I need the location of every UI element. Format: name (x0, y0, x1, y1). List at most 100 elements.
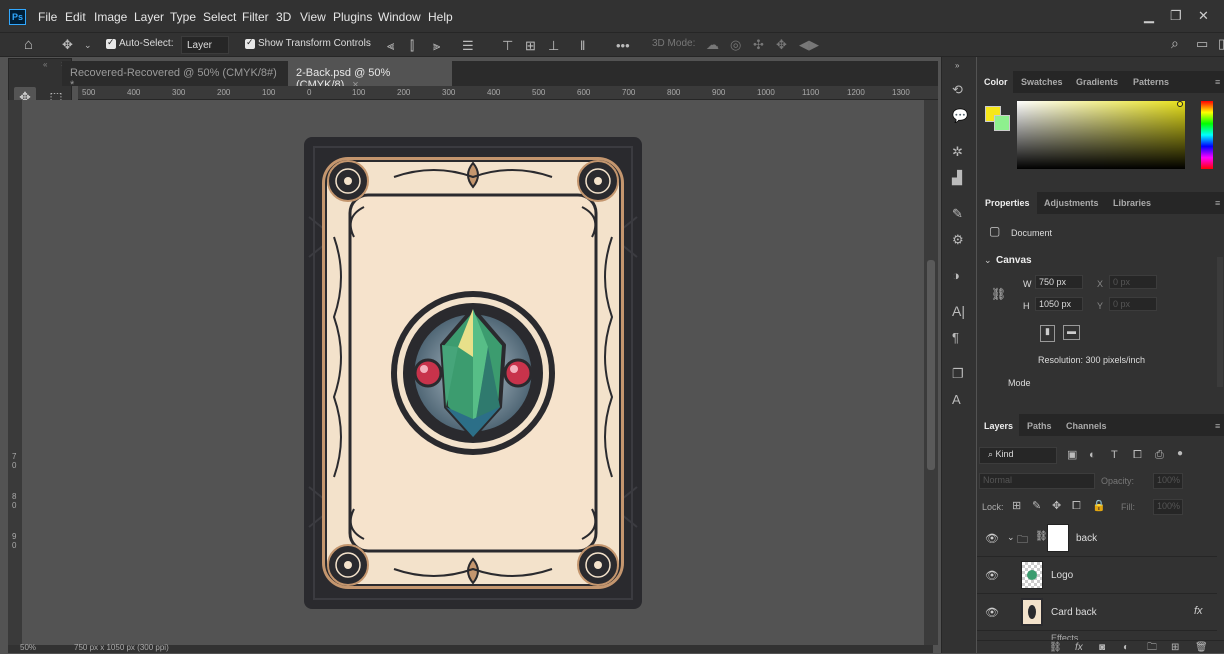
layer-filter-kind[interactable]: ⌕ Kind (979, 447, 1057, 464)
properties-scrollbar[interactable] (1217, 257, 1223, 387)
color-picker-cursor[interactable] (1177, 101, 1183, 107)
auto-select-checkbox[interactable] (106, 37, 116, 49)
minimize-icon[interactable]: ▁ (1144, 8, 1154, 24)
more-options-icon[interactable]: ••• (616, 39, 630, 52)
3d-slide-icon[interactable]: ✥ (776, 38, 787, 51)
layer-name[interactable]: Card back (1051, 607, 1097, 618)
align-center-icon[interactable]: ⫿ (410, 39, 414, 52)
layer-name[interactable]: Logo (1051, 570, 1073, 581)
align-left-icon[interactable]: ⫷ (387, 39, 394, 52)
adjustment-layer-icon[interactable]: ◐ (1123, 641, 1129, 654)
menu-layer[interactable]: Layer (134, 10, 164, 24)
filter-type-icon[interactable]: T (1111, 449, 1118, 462)
layer-row-card-back[interactable]: 👁 Card back fx (977, 594, 1217, 631)
align-middle-icon[interactable]: ⊞ (525, 39, 536, 52)
3d-roll-icon[interactable]: ◎ (730, 38, 741, 51)
3d-pan-icon[interactable]: ✣ (753, 38, 764, 51)
layer-name[interactable]: back (1076, 533, 1097, 544)
menu-3d[interactable]: 3D (276, 10, 291, 24)
tab-patterns[interactable]: Patterns (1133, 77, 1169, 87)
menu-file[interactable]: File (38, 10, 57, 24)
color-picker-field[interactable] (1017, 101, 1185, 169)
add-style-icon[interactable]: fx (1075, 641, 1083, 654)
align-bottom-icon[interactable]: ⊥ (548, 39, 559, 52)
close-icon[interactable]: ✕ (1198, 8, 1209, 24)
filter-smart-icon[interactable]: ⎙ (1155, 449, 1164, 462)
tab-adjustments[interactable]: Adjustments (1044, 198, 1099, 208)
visibility-eye-icon[interactable]: 👁 (985, 569, 999, 582)
tab-color[interactable]: Color (984, 77, 1008, 87)
menu-type[interactable]: Type (170, 10, 196, 24)
filter-shape-icon[interactable]: ⧠ (1133, 449, 1142, 462)
filter-adjustment-icon[interactable]: ◐ (1089, 449, 1096, 462)
distribute-icon[interactable]: ☰ (462, 39, 474, 52)
blend-mode-dropdown[interactable]: Normal (979, 473, 1095, 489)
scroll-thumb[interactable] (927, 260, 935, 470)
tab-properties[interactable]: Properties (985, 198, 1030, 208)
visibility-eye-icon[interactable]: 👁 (985, 606, 999, 619)
lock-artboard-icon[interactable]: ⧠ (1072, 500, 1081, 513)
new-layer-icon[interactable]: ⊞ (1171, 641, 1179, 654)
layer-row-logo[interactable]: 👁 Logo (977, 557, 1217, 594)
tab-gradients[interactable]: Gradients (1076, 77, 1118, 87)
tab-channels[interactable]: Channels (1066, 421, 1107, 431)
new-group-icon[interactable]: 🗀 (1147, 641, 1157, 654)
canvas-collapse-icon[interactable]: ⌄ (984, 255, 992, 266)
distribute-vertical-icon[interactable]: ‖ (580, 39, 585, 52)
portrait-orientation-icon[interactable]: ▮ (1040, 325, 1055, 342)
workspace-icon[interactable]: ▭ (1196, 37, 1208, 50)
layer-effects-badge[interactable]: fx (1194, 605, 1203, 617)
align-top-icon[interactable]: ⊤ (502, 39, 513, 52)
filter-toggle-icon[interactable]: ● (1177, 447, 1183, 460)
filter-pixel-icon[interactable]: ▣ (1067, 449, 1077, 462)
chevron-down-icon[interactable]: ⌄ (84, 39, 92, 52)
panel-menu-icon[interactable]: ≡ (1215, 77, 1220, 87)
move-tool-icon[interactable]: ✥ (62, 38, 73, 51)
align-right-icon[interactable]: ⫸ (433, 39, 440, 52)
menu-edit[interactable]: Edit (65, 10, 86, 24)
menu-view[interactable]: View (300, 10, 326, 24)
comments-icon[interactable]: 💬 (952, 109, 968, 122)
auto-select-dropdown[interactable]: Layer (181, 36, 229, 54)
width-field[interactable]: 750 px (1035, 275, 1083, 289)
tab-swatches[interactable]: Swatches (1021, 77, 1063, 87)
3d-scale-icon[interactable]: ◀▶ (799, 38, 819, 51)
menu-help[interactable]: Help (428, 10, 453, 24)
tab-layers[interactable]: Layers (984, 421, 1013, 431)
expand-arrows-icon[interactable]: » (955, 59, 959, 72)
tab-recovered[interactable]: Recovered-Recovered @ 50% (CMYK/8#) * (62, 61, 286, 91)
3d-orbit-icon[interactable]: ☁ (706, 38, 719, 51)
share-icon[interactable]: ▯ (1218, 37, 1224, 50)
layer-row-back[interactable]: 👁 ⌄ 🗀 ⛓ back (977, 520, 1217, 557)
brushes-icon[interactable]: ✎ (952, 207, 963, 220)
lock-position-icon[interactable]: ✥ (1052, 500, 1061, 513)
canvas-area[interactable] (22, 100, 922, 645)
home-icon[interactable]: ⌂ (24, 37, 33, 52)
delete-layer-icon[interactable]: 🗑 (1195, 641, 1208, 654)
adjust-icon[interactable]: ⚙ (952, 233, 964, 246)
link-layers-icon[interactable]: ⛓ (1049, 641, 1062, 654)
properties-menu-icon[interactable]: ≡ (1215, 198, 1220, 208)
landscape-orientation-icon[interactable]: ▬ (1063, 325, 1080, 340)
restore-icon[interactable]: ❐ (1170, 8, 1182, 24)
glyphs-icon[interactable]: A (952, 393, 961, 406)
visibility-eye-icon[interactable]: 👁 (985, 532, 999, 545)
lock-all-icon[interactable]: 🔒 (1092, 500, 1106, 513)
height-field[interactable]: 1050 px (1035, 297, 1083, 311)
link-dimensions-icon[interactable]: ⛓ (991, 287, 1006, 301)
zoom-level[interactable]: 50% (20, 643, 36, 652)
search-icon[interactable]: ⌕ (1171, 36, 1179, 50)
character-icon[interactable]: A| (952, 304, 965, 318)
panel-background-swatch[interactable] (994, 115, 1010, 131)
shapes-icon[interactable]: ◑ (952, 269, 960, 282)
brush-settings-icon[interactable]: ✲ (952, 145, 963, 158)
history-icon[interactable]: ⟲ (952, 83, 963, 96)
3d-icon[interactable]: ❐ (952, 367, 964, 380)
hue-slider[interactable] (1201, 101, 1213, 169)
histogram-icon[interactable]: ▟ (952, 171, 962, 184)
show-transform-checkbox[interactable] (245, 37, 255, 49)
tab-paths[interactable]: Paths (1027, 421, 1052, 431)
layers-menu-icon[interactable]: ≡ (1215, 421, 1220, 431)
menu-window[interactable]: Window (378, 10, 421, 24)
tab-libraries[interactable]: Libraries (1113, 198, 1151, 208)
